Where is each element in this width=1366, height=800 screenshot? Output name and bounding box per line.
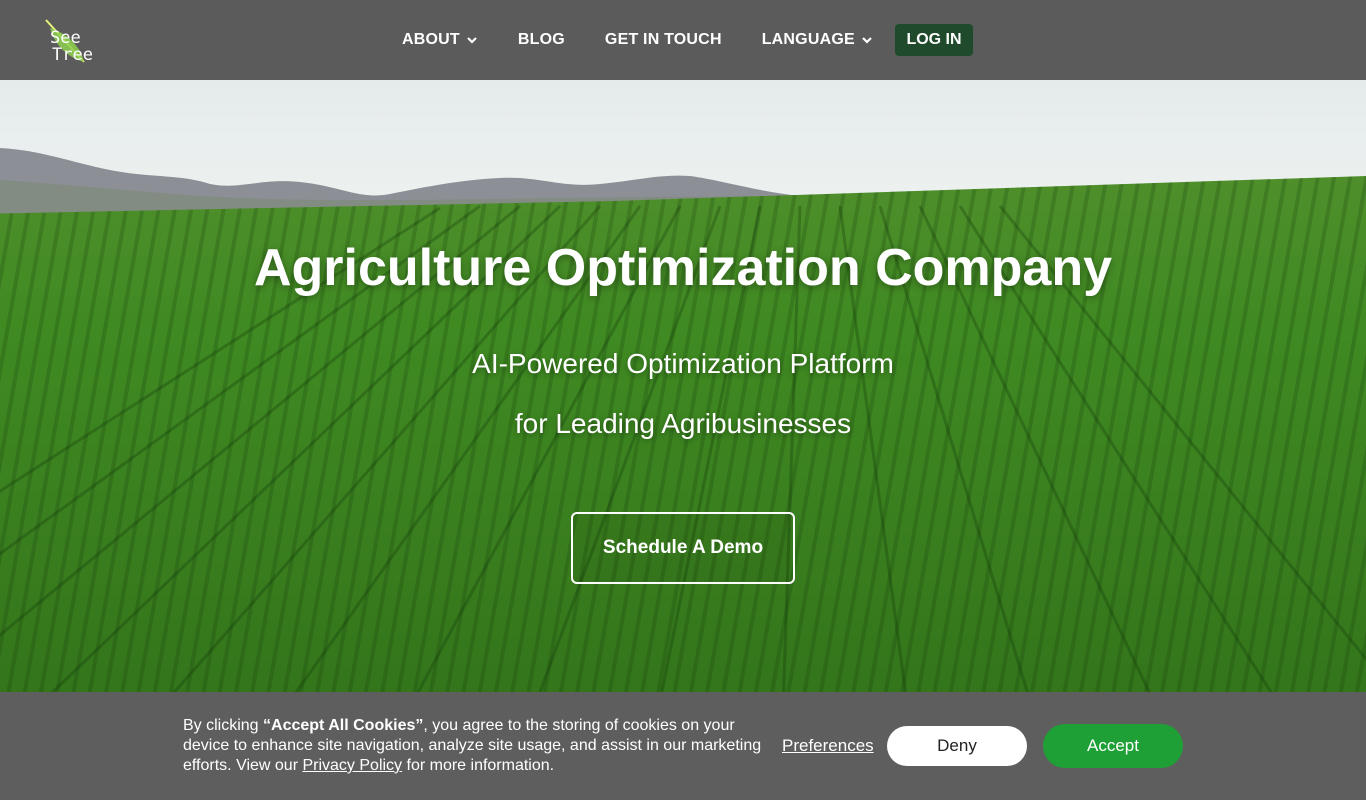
main-nav: ABOUT BLOG GET IN TOUCH LANGUAGE xyxy=(402,24,901,56)
cookie-text-suffix: for more information. xyxy=(402,757,555,774)
nav-language[interactable]: LANGUAGE xyxy=(762,31,873,49)
logo-line-2: Tree xyxy=(52,45,93,65)
chevron-down-icon xyxy=(862,37,872,44)
cookie-text-prefix: By clicking xyxy=(183,717,264,734)
login-button[interactable]: LOG IN xyxy=(895,24,973,56)
hero-subtitle-line-1: AI-Powered Optimization Platform xyxy=(472,348,894,379)
cookie-banner: By clicking “Accept All Cookies”, you ag… xyxy=(0,692,1366,800)
nav-language-label: LANGUAGE xyxy=(761,31,855,48)
nav-get-in-touch[interactable]: GET IN TOUCH xyxy=(605,31,722,49)
navbar: See Tree ABOUT BLOG GET IN TOUCH LANGUAG… xyxy=(0,0,1366,80)
schedule-demo-button[interactable]: Schedule A Demo xyxy=(571,512,795,584)
nav-about-label: ABOUT xyxy=(402,31,460,48)
nav-about[interactable]: ABOUT xyxy=(402,31,478,49)
nav-get-in-touch-label: GET IN TOUCH xyxy=(604,31,722,48)
cookie-message: By clicking “Accept All Cookies”, you ag… xyxy=(183,716,773,776)
chevron-down-icon xyxy=(467,37,477,44)
hero-title: Agriculture Optimization Company xyxy=(253,239,1113,297)
deny-button[interactable]: Deny xyxy=(887,726,1027,766)
privacy-policy-link[interactable]: Privacy Policy xyxy=(302,757,402,774)
seetree-logo[interactable]: See Tree xyxy=(44,18,114,70)
hero-background xyxy=(0,0,1366,800)
nav-blog-label: BLOG xyxy=(517,31,565,48)
nav-blog[interactable]: BLOG xyxy=(518,31,565,49)
logo-text: See Tree xyxy=(50,30,93,64)
cookie-text-bold: “Accept All Cookies” xyxy=(263,717,424,734)
hero-subtitle-line-2: for Leading Agribusinesses xyxy=(514,408,852,439)
accept-button[interactable]: Accept xyxy=(1043,724,1183,768)
preferences-link[interactable]: Preferences xyxy=(782,736,874,756)
